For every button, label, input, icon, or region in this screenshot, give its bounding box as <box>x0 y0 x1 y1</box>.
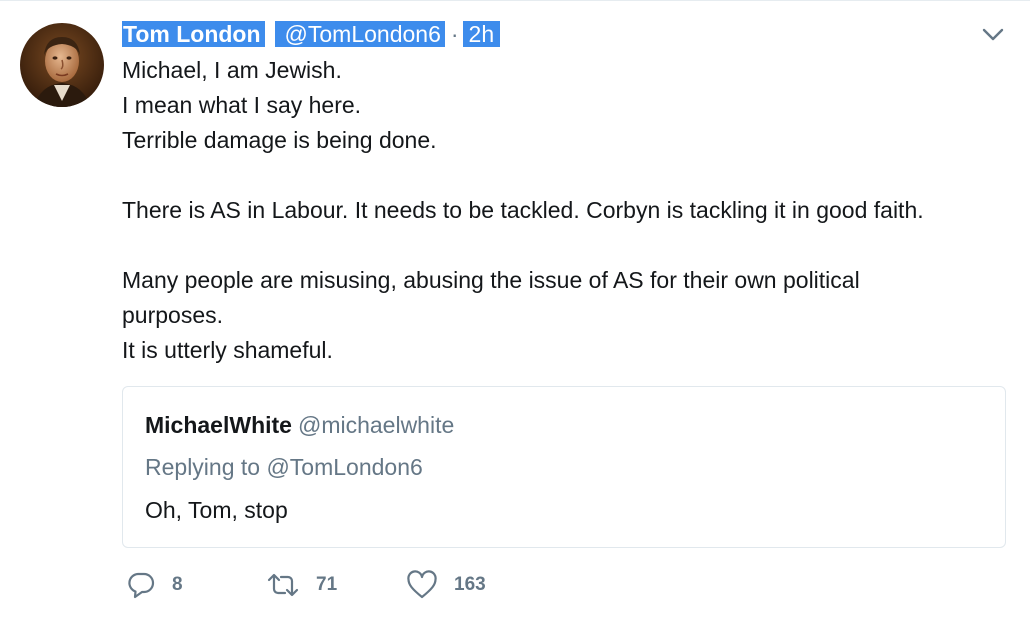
tweet-blank-line <box>122 158 1002 193</box>
replying-to: Replying to @TomLondon6 <box>145 454 423 480</box>
author-name[interactable]: Tom London <box>122 21 265 47</box>
tweet-line: Terrible damage is being done. <box>122 127 437 153</box>
chevron-down-icon[interactable] <box>982 27 1004 43</box>
time-separator: · <box>450 20 459 47</box>
tweet-timestamp[interactable]: 2h <box>462 21 501 47</box>
tweet-line: purposes. <box>122 302 224 328</box>
tweet-text: Michael, I am Jewish. I mean what I say … <box>122 53 1002 368</box>
retweet-button[interactable]: 71 <box>266 570 406 600</box>
author-handle[interactable]: @TomLondon6 <box>278 21 445 47</box>
like-count: 163 <box>454 574 486 595</box>
quoted-author-handle: @michaelwhite <box>297 412 455 438</box>
retweet-icon <box>267 573 299 597</box>
tweet-line: Michael, I am Jewish. <box>122 57 342 83</box>
portrait-avatar-icon <box>20 23 104 107</box>
reply-icon <box>128 572 155 599</box>
quoted-author-name: MichaelWhite <box>145 412 292 438</box>
tweet-line: It is utterly shameful. <box>122 337 333 363</box>
reply-count: 8 <box>172 574 183 595</box>
tweet-header: Tom London @TomLondon6 · 2h <box>122 20 501 48</box>
quoted-tweet-header: MichaelWhite @michaelwhite <box>145 412 454 439</box>
tweet-line: There is AS in Labour. It needs to be ta… <box>122 197 924 223</box>
tweet-actions: 8 71 163 <box>126 568 526 602</box>
tweet-blank-line <box>122 228 1002 263</box>
avatar[interactable] <box>20 23 104 107</box>
tweet-line: I mean what I say here. <box>122 92 362 118</box>
like-button[interactable]: 163 <box>406 570 526 600</box>
tweet-card: Tom London @TomLondon6 · 2h Michael, I am J… <box>0 0 1030 621</box>
heart-icon <box>407 570 437 599</box>
quoted-tweet-text: Oh, Tom, stop <box>145 497 288 523</box>
reply-button[interactable]: 8 <box>126 570 266 600</box>
tweet-line: Many people are misusing, abusing the is… <box>122 267 860 293</box>
retweet-count: 71 <box>316 574 338 595</box>
quoted-tweet[interactable]: MichaelWhite @michaelwhite Replying to @T… <box>122 386 1006 548</box>
